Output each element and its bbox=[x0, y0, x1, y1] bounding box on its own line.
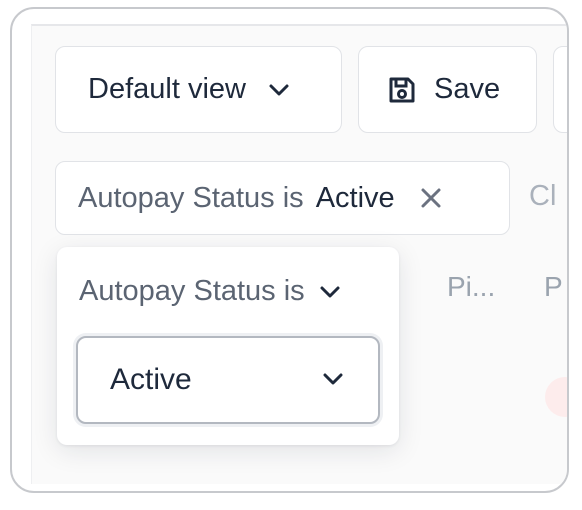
filter-value-label: Active bbox=[315, 181, 395, 214]
default-view-label: Default view bbox=[88, 73, 246, 105]
operator-dropdown[interactable]: Autopay Status is bbox=[79, 275, 341, 308]
chevron-down-icon bbox=[268, 83, 290, 97]
value-select-label: Active bbox=[110, 363, 192, 396]
chevron-down-icon bbox=[319, 285, 341, 299]
filter-field-label: Autopay Status is bbox=[78, 181, 304, 214]
save-label: Save bbox=[434, 73, 501, 105]
clear-filters-link[interactable]: Cl bbox=[529, 180, 556, 213]
background-tab: Pi... bbox=[447, 271, 496, 302]
default-view-button[interactable]: Default view bbox=[55, 46, 342, 133]
more-toolbar-button[interactable] bbox=[553, 46, 567, 133]
filter-popover: Autopay Status is Active bbox=[57, 247, 399, 445]
chevron-down-icon bbox=[322, 372, 344, 386]
operator-label: Autopay Status is bbox=[79, 275, 305, 307]
value-select[interactable]: Active bbox=[76, 336, 380, 424]
save-button[interactable]: Save bbox=[358, 46, 537, 133]
floppy-disk-icon bbox=[386, 74, 418, 106]
close-icon[interactable] bbox=[419, 186, 443, 210]
active-filter-chip[interactable]: Autopay Status is Active bbox=[55, 161, 510, 235]
background-tab: P bbox=[544, 271, 563, 302]
modal-frame: Default view Save Autopay Status is Acti… bbox=[10, 7, 569, 493]
